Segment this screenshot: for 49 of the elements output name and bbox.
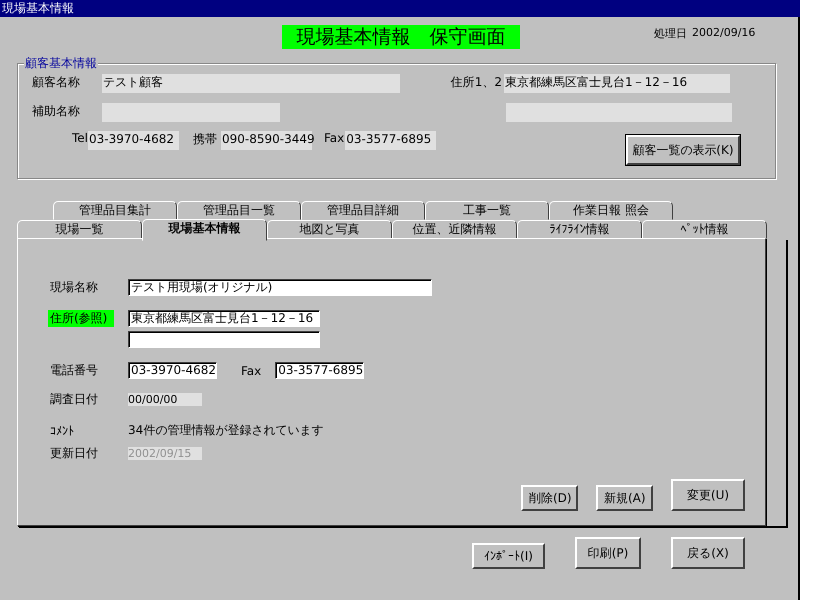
tel-field: 03-3970-4682 xyxy=(88,131,179,150)
footer-button[interactable]: 印刷(P) xyxy=(575,537,641,569)
field-label: 顧客名称 xyxy=(31,74,81,91)
updated-date-field: 2002/09/15 xyxy=(128,447,202,460)
tab[interactable]: 位置、近隣情報 xyxy=(392,220,517,239)
field-label: Tel xyxy=(70,131,88,145)
customer-list-button[interactable]: 顧客一覧の表示(K) xyxy=(626,135,740,165)
tab[interactable]: 管理品目一覧 xyxy=(177,201,301,220)
tab[interactable]: 管理品目集計 xyxy=(53,201,177,220)
date-label: 処理日 xyxy=(654,26,687,41)
field-label: Fax xyxy=(324,131,344,145)
tab[interactable]: 作業日報 照会 xyxy=(549,201,673,220)
tab[interactable]: 工事一覧 xyxy=(425,201,549,220)
mobile-field: 090-8590-3449 xyxy=(221,131,312,150)
tab[interactable]: ﾍﾟｯﾄ情報 xyxy=(642,220,767,239)
group-legend: 顧客基本情報 xyxy=(24,55,98,72)
survey-date-field: 00/00/00 xyxy=(128,393,202,406)
field-label: 現場名称 xyxy=(50,279,99,296)
tab[interactable]: 管理品目詳細 xyxy=(301,201,425,220)
field-label: 携帯 xyxy=(193,131,217,148)
screen-title: 現場基本情報 保守画面 xyxy=(282,25,520,49)
tab[interactable]: 現場一覧 xyxy=(17,220,142,239)
field-label: 補助名称 xyxy=(31,103,81,120)
tab[interactable]: ﾗｲﾌﾗｲﾝ情報 xyxy=(517,220,642,239)
field-label: 調査日付 xyxy=(50,391,99,408)
action-button[interactable]: 削除(D) xyxy=(521,485,578,511)
field-label: 住所(参照) xyxy=(48,310,114,327)
tab[interactable]: 地図と写真 xyxy=(267,220,392,239)
comment-text: 34件の管理情報が登録されています xyxy=(128,422,324,439)
fax-field: 03-3577-6895 xyxy=(345,131,436,150)
footer-button[interactable]: ｲﾝﾎﾟｰﾄ(I) xyxy=(472,543,545,569)
customer-name-field: テスト顧客 xyxy=(102,74,400,93)
field-label: 更新日付 xyxy=(50,445,99,462)
footer-button[interactable]: 戻る(X) xyxy=(671,537,745,569)
field-label: ｺﾒﾝﾄ xyxy=(50,424,75,438)
address-field[interactable]: 東京都練馬区富士見台1－12－16 xyxy=(128,310,320,327)
action-button[interactable]: 変更(U) xyxy=(671,479,745,511)
action-button[interactable]: 新規(A) xyxy=(596,485,653,511)
field-label: Fax xyxy=(241,364,262,378)
address-field: 東京都練馬区富士見台1－12－16 xyxy=(504,74,730,93)
window-title: 現場基本情報 xyxy=(0,0,800,17)
tel-field[interactable]: 03-3970-4682 xyxy=(128,362,217,379)
site-name-field[interactable]: テスト用現場(オリジナル) xyxy=(128,279,432,296)
tab[interactable]: 現場基本情報 xyxy=(142,219,267,241)
date-value: 2002/09/16 xyxy=(692,26,756,41)
field-label: 電話番号 xyxy=(50,362,99,379)
address-field[interactable] xyxy=(128,331,320,348)
fax-field[interactable]: 03-3577-6895 xyxy=(275,362,364,379)
field-label: 住所1、2 xyxy=(450,74,502,91)
